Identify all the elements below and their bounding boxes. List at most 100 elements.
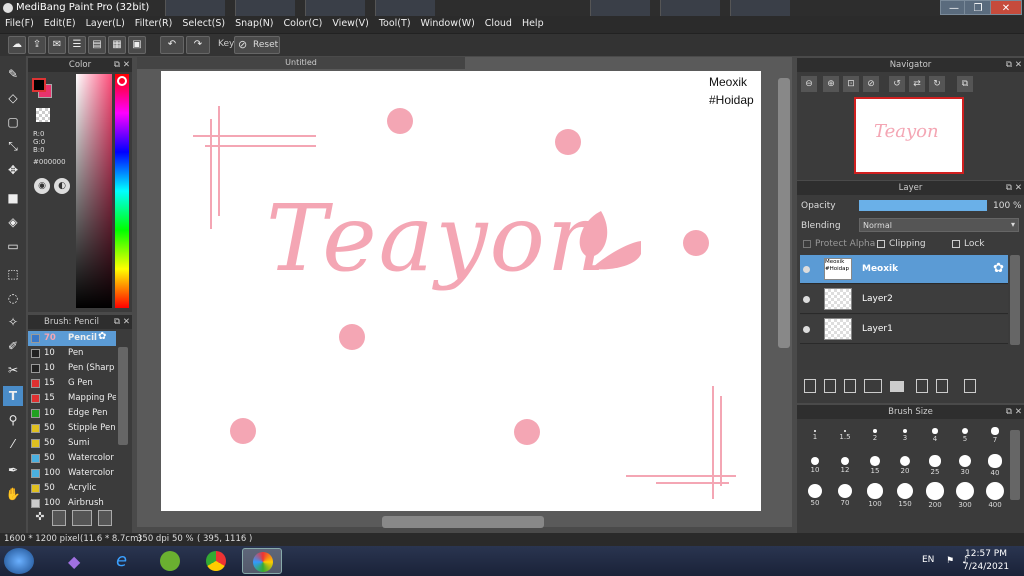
rotate-right-icon[interactable]: ↻ [929,76,945,92]
document-icon[interactable]: ▤ [88,36,106,54]
close-icon[interactable]: ✕ [1015,181,1022,195]
brush-size-option[interactable]: 40 [981,451,1009,479]
zoom-reset-icon[interactable]: ⊘ [863,76,879,92]
lock-checkbox[interactable] [952,240,960,248]
brush-row[interactable]: 50 Watercolor [28,451,116,466]
flip-icon[interactable]: ⇄ [909,76,925,92]
visual-studio-icon[interactable]: ◆ [58,548,98,574]
brush-row[interactable]: 10 Pen [28,346,116,361]
fill-rect-tool-icon[interactable]: ■ [3,188,23,208]
brush-size-option[interactable]: 100 [861,481,889,509]
select-eraser-icon[interactable]: ✂ [3,360,23,380]
document-canvas[interactable]: Teayon Meoxik #Hoidap [161,71,761,511]
menu-layer[interactable]: Layer(L) [81,16,130,31]
panels-icon[interactable]: ▣ [128,36,146,54]
brush-size-option[interactable]: 1 [801,421,829,449]
rectangle-tool-icon[interactable]: ▢ [3,112,23,132]
undock-icon[interactable]: ⧉ [114,58,120,72]
brush-size-option[interactable]: 300 [951,481,979,509]
menu-window[interactable]: Window(W) [416,16,480,31]
eraser-tool-icon[interactable]: ◇ [3,88,23,108]
brush-size-option[interactable]: 20 [891,451,919,479]
visibility-icon[interactable] [803,326,810,333]
layer-row[interactable]: Meoxik #Hoidap Meoxik ✿ [800,255,1008,284]
brush-size-option[interactable]: 400 [981,481,1009,509]
brush-size-option[interactable]: 70 [831,481,859,509]
layer-scrollbar[interactable] [1010,255,1020,345]
zoom-in-icon[interactable]: ⊕ [823,76,839,92]
brush-size-option[interactable]: 4 [921,421,949,449]
blending-select[interactable]: Normal ▾ [859,218,1019,232]
brush-size-option[interactable]: 10 [801,451,829,479]
internet-explorer-icon[interactable]: e [104,548,144,574]
brush-size-option[interactable]: 15 [861,451,889,479]
canvas-tab[interactable]: Untitled [137,57,465,69]
clock-time[interactable]: 12:57 PM [965,549,1007,559]
magic-wand-icon[interactable]: ✧ [3,312,23,332]
vertical-scrollbar[interactable] [778,78,790,348]
brush-size-option[interactable]: 30 [951,451,979,479]
menu-file[interactable]: File(F) [0,16,39,31]
mirror-icon[interactable]: ⧉ [957,76,973,92]
brush-new-icon[interactable] [52,510,66,526]
language-indicator[interactable]: EN [922,555,934,565]
layer-settings-icon[interactable]: ✿ [993,261,1004,276]
horizontal-scrollbar[interactable] [382,516,544,528]
close-icon[interactable]: ✕ [1015,58,1022,72]
zoom-out-icon[interactable]: ⊖ [801,76,817,92]
menu-help[interactable]: Help [517,16,549,31]
protect-alpha-checkbox[interactable] [803,240,811,248]
rotate-left-icon[interactable]: ↺ [889,76,905,92]
dot-tool-icon[interactable]: ⤡ [3,136,23,156]
divide-tool-icon[interactable]: ⚲ [3,410,23,430]
grid-icon[interactable]: ▦ [108,36,126,54]
close-button[interactable]: ✕ [990,0,1022,15]
hue-handle[interactable] [117,76,127,86]
brush-size-option[interactable]: 200 [921,481,949,509]
brush-row[interactable]: 50 Acrylic [28,481,116,496]
brush-row[interactable]: 10 Pen (Sharp [28,361,116,376]
clipping-checkbox[interactable] [877,240,885,248]
menu-tool[interactable]: Tool(T) [374,16,416,31]
delete-layer-icon[interactable] [964,379,976,393]
brush-size-option[interactable]: 25 [921,451,949,479]
add-layer-menu-icon[interactable] [864,379,882,393]
layer-row[interactable]: Layer2 [800,285,1008,314]
folder-icon[interactable] [890,381,904,392]
primary-color-swatch[interactable] [32,78,46,92]
brush-size-option[interactable]: 1.5 [831,421,859,449]
menu-filter[interactable]: Filter(R) [130,16,178,31]
new-halftone-layer-icon[interactable] [824,379,836,393]
merge-layer-icon[interactable] [936,379,948,393]
undock-icon[interactable]: ⧉ [1006,405,1012,419]
brush-row[interactable]: 10 Edge Pen [28,406,116,421]
redo-icon[interactable]: ↷ [186,36,210,54]
medibang-taskbar-icon[interactable] [242,548,282,574]
eyedropper-icon[interactable]: ⁄ [3,434,23,454]
opacity-slider[interactable] [859,200,987,211]
brush-row[interactable]: 50 Stipple Pen [28,421,116,436]
brush-settings-icon[interactable]: ✿ [98,331,106,342]
flag-icon[interactable]: ⚑ [946,556,954,566]
brush-row[interactable]: 15 Mapping Pe [28,391,116,406]
brush-row[interactable]: 50 Sumi [28,436,116,451]
brush-add-icon[interactable]: ✜ [32,510,48,526]
undock-icon[interactable]: ⧉ [1006,181,1012,195]
palette-add-icon[interactable]: ◐ [54,178,70,194]
brush-size-option[interactable]: 2 [861,421,889,449]
brush-size-option[interactable]: 5 [951,421,979,449]
brush-row[interactable]: 100 Watercolor [28,466,116,481]
brush-delete-icon[interactable] [98,510,112,526]
text-tool-icon[interactable]: T [3,386,23,406]
saturation-value-square[interactable] [76,74,112,308]
brush-tool-icon[interactable]: ✎ [3,64,23,84]
brush-size-option[interactable]: 12 [831,451,859,479]
menu-select[interactable]: Select(S) [177,16,230,31]
chrome-icon[interactable] [196,548,236,574]
brush-size-scrollbar[interactable] [1010,430,1020,500]
select-tool-icon[interactable]: ⬚ [3,264,23,284]
new-8bit-layer-icon[interactable] [844,379,856,393]
palette-icon[interactable]: ◉ [34,178,50,194]
hue-slider[interactable] [115,74,129,308]
brush-scrollbar[interactable] [118,347,128,445]
